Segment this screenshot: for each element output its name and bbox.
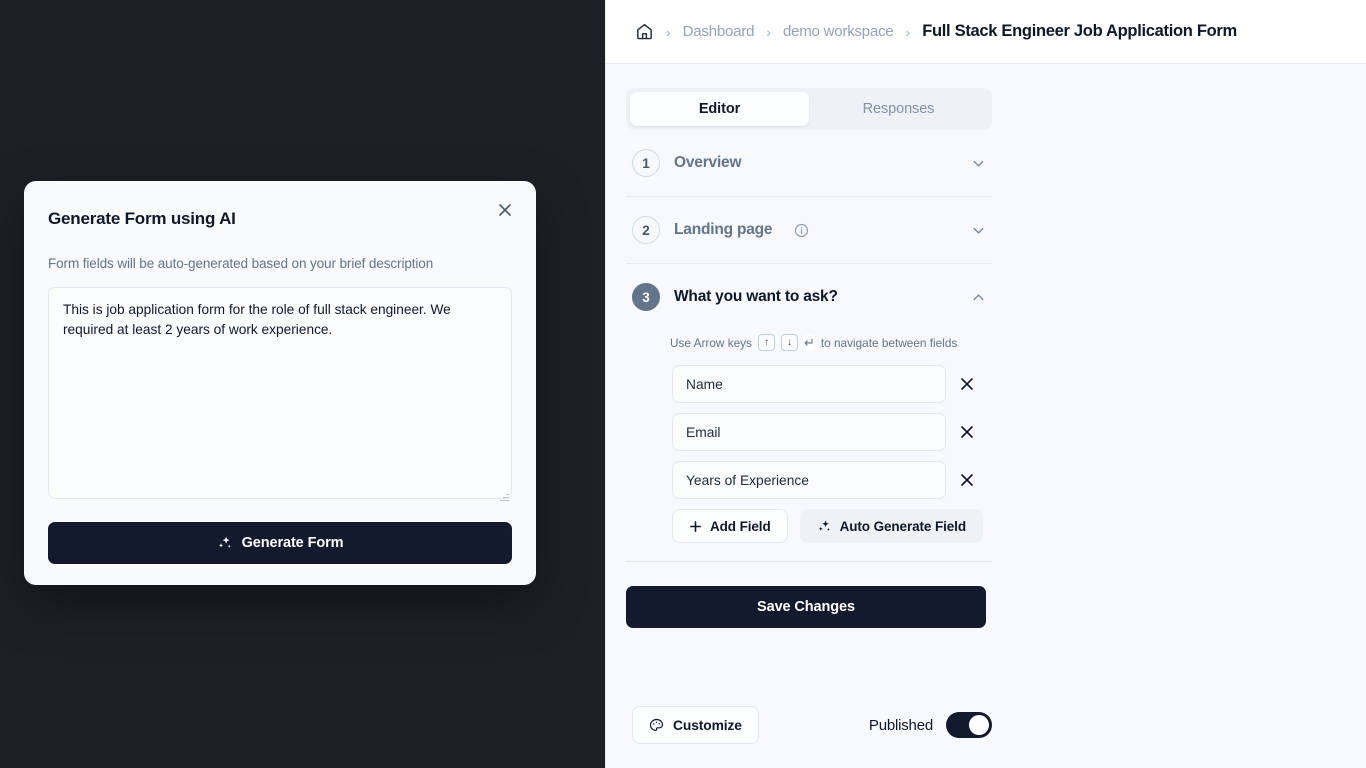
- customize-button[interactable]: Customize: [632, 706, 759, 744]
- field-input-name[interactable]: [672, 365, 946, 403]
- tab-editor[interactable]: Editor: [630, 92, 809, 126]
- editor-tabs: Editor Responses: [626, 88, 992, 130]
- field-input-years-of-experience[interactable]: [672, 461, 946, 499]
- arrow-up-key-icon: ↑: [757, 334, 775, 351]
- field-row: [632, 413, 986, 451]
- close-icon[interactable]: [954, 467, 980, 493]
- published-label: Published: [868, 716, 933, 734]
- plus-icon: [689, 520, 702, 533]
- breadcrumb-item-dashboard[interactable]: Dashboard: [683, 23, 755, 40]
- info-icon[interactable]: [794, 223, 809, 238]
- close-icon[interactable]: [954, 371, 980, 397]
- hint-suffix: to navigate between fields: [820, 335, 958, 350]
- add-field-button[interactable]: Add Field: [672, 509, 788, 543]
- section-title: Overview: [674, 154, 742, 171]
- arrow-down-key-icon: ↓: [780, 334, 798, 351]
- section-overview[interactable]: 1 Overview: [626, 130, 992, 197]
- sparkles-icon: [217, 535, 233, 551]
- save-changes-button[interactable]: Save Changes: [626, 586, 986, 628]
- generate-form-modal: Generate Form using AI Form fields will …: [24, 181, 536, 585]
- auto-generate-field-button[interactable]: Auto Generate Field: [799, 509, 983, 543]
- keyboard-hint: Use Arrow keys ↑ ↓ ↵ to navigate between…: [632, 330, 986, 365]
- fields-panel: Use Arrow keys ↑ ↓ ↵ to navigate between…: [626, 330, 992, 562]
- customize-label: Customize: [673, 717, 742, 733]
- chevron-down-icon[interactable]: [971, 156, 986, 171]
- toggle-knob: [969, 715, 989, 735]
- close-icon[interactable]: [954, 419, 980, 445]
- generate-form-button[interactable]: Generate Form: [48, 522, 512, 564]
- breadcrumb-current-page: Full Stack Engineer Job Application Form: [922, 22, 1237, 40]
- enter-key-icon: ↵: [803, 334, 815, 351]
- right-pane: › Dashboard › demo workspace › Full Stac…: [605, 0, 1366, 768]
- publish-control: Published: [869, 712, 992, 738]
- field-row: [632, 365, 986, 403]
- close-icon[interactable]: [492, 197, 518, 223]
- breadcrumb-separator: ›: [666, 23, 671, 40]
- palette-icon: [649, 718, 664, 733]
- editor-footer: Customize Published: [632, 706, 992, 744]
- modal-subtitle: Form fields will be auto-generated based…: [48, 256, 434, 271]
- chevron-up-icon[interactable]: [971, 290, 986, 305]
- section-number: 3: [632, 283, 660, 311]
- ai-prompt-textarea[interactable]: [48, 287, 512, 499]
- auto-generate-field-label: Auto Generate Field: [839, 518, 966, 534]
- add-field-label: Add Field: [710, 518, 771, 534]
- section-number: 1: [632, 149, 660, 177]
- section-landing-page[interactable]: 2 Landing page: [626, 197, 992, 264]
- chevron-down-icon[interactable]: [971, 223, 986, 238]
- field-input-email[interactable]: [672, 413, 946, 451]
- breadcrumb-item-workspace[interactable]: demo workspace: [783, 23, 894, 40]
- home-icon[interactable]: [635, 22, 654, 41]
- modal-title: Generate Form using AI: [48, 209, 236, 228]
- section-title: Landing page: [674, 221, 773, 238]
- sparkles-icon: [817, 519, 832, 534]
- section-what-you-want-to-ask[interactable]: 3 What you want to ask?: [626, 264, 992, 330]
- hint-prefix: Use Arrow keys: [670, 335, 752, 350]
- breadcrumb-separator: ›: [766, 23, 771, 40]
- app-screen: workspace Form nation Generate Form usin…: [0, 0, 1366, 768]
- editor-column: Editor Responses 1 Overview 2 Landing pa…: [626, 88, 992, 628]
- field-row: [632, 461, 986, 499]
- field-actions: Add Field Auto Generate Field: [632, 509, 986, 543]
- published-toggle[interactable]: [946, 712, 992, 738]
- tab-responses[interactable]: Responses: [809, 92, 988, 126]
- section-title: What you want to ask?: [674, 288, 838, 305]
- breadcrumb-separator: ›: [905, 23, 911, 40]
- section-number: 2: [632, 216, 660, 244]
- breadcrumb: › Dashboard › demo workspace › Full Stac…: [606, 0, 1366, 64]
- generate-form-label: Generate Form: [241, 535, 344, 551]
